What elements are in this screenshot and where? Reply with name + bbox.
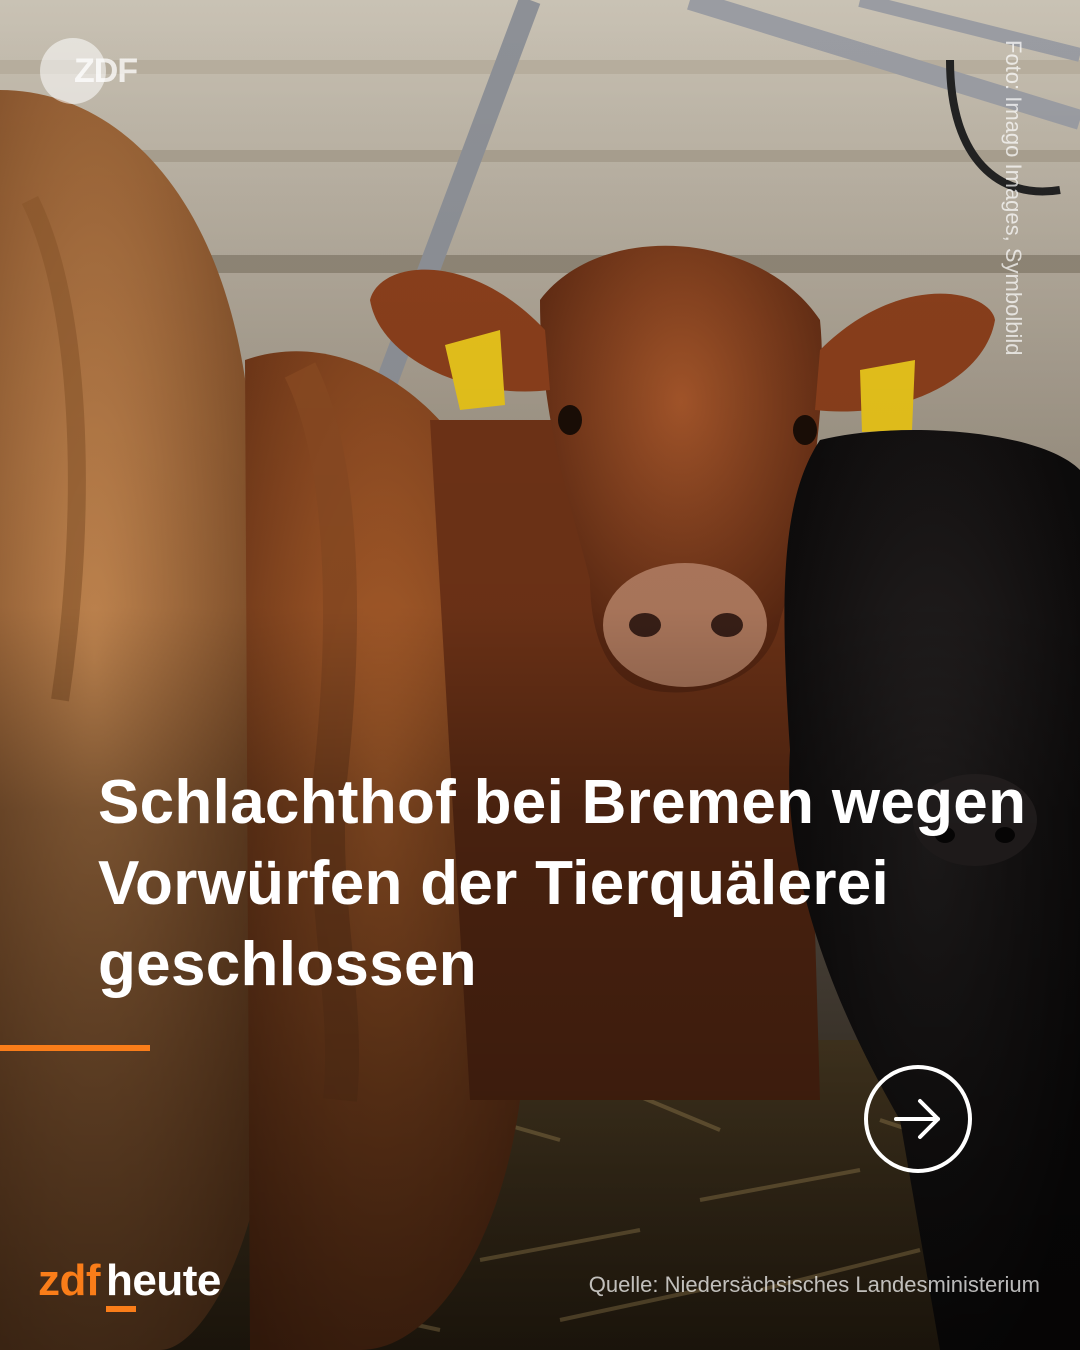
headline: Schlachthof bei Bremen wegen Vorwürfen d… (98, 768, 1027, 999)
arrow-right-circle-icon (894, 1099, 940, 1139)
photo-credit: Foto: Imago Images, Symbolbild (1001, 40, 1026, 356)
next-slide-button[interactable] (864, 1065, 972, 1173)
zdfheute-logo: zdf heute (38, 1256, 221, 1312)
zdf-watermark-text: ZDF (74, 52, 138, 90)
social-post-card: ZDF Foto: Imago Images, Symbolbild Schla… (0, 0, 1080, 1350)
accent-divider (0, 1045, 150, 1051)
logo-zdf: zdf (38, 1256, 101, 1305)
logo-underline (106, 1306, 137, 1312)
logo-heute: heute (106, 1256, 221, 1312)
source-note: Quelle: Niedersächsisches Landesminister… (588, 1272, 1040, 1297)
